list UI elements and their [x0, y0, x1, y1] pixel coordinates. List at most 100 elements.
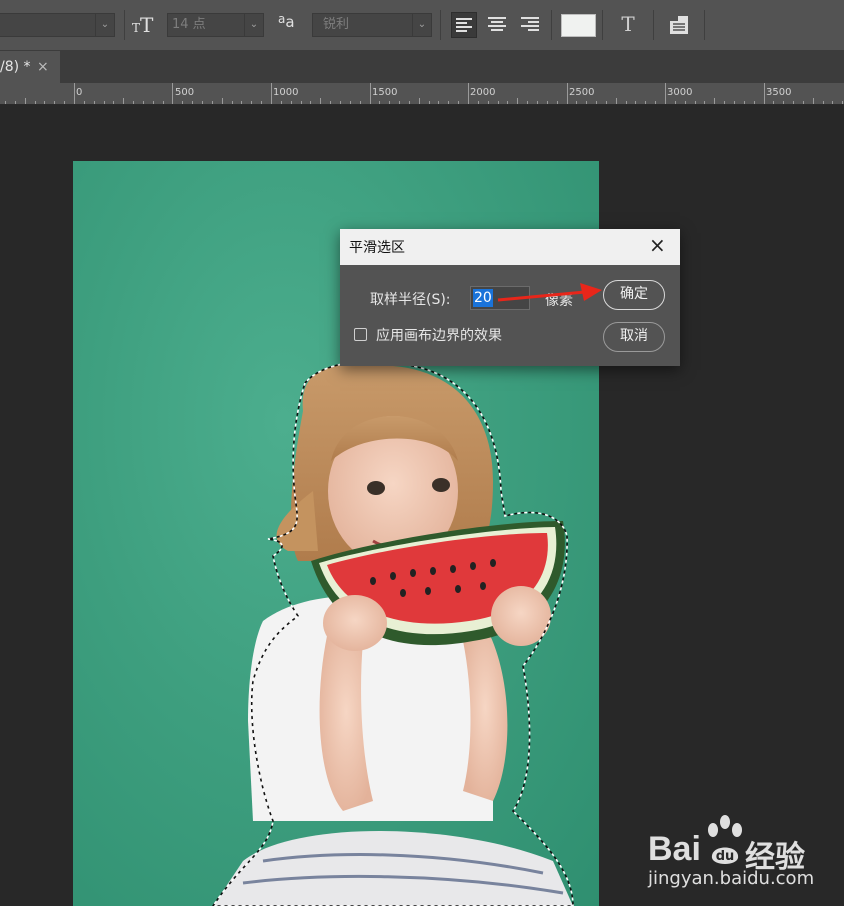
ruler-label: 500: [175, 87, 195, 98]
ruler-tick: [517, 98, 518, 104]
ruler-tick: [576, 101, 577, 104]
ruler-label: 2000: [470, 87, 496, 98]
ruler-tick: [232, 101, 233, 104]
ruler-tick: [567, 83, 568, 104]
ruler-tick: [635, 101, 636, 104]
ruler-tick: [675, 101, 676, 104]
separator: [653, 10, 654, 40]
ruler-tick: [724, 101, 725, 104]
ruler-tick: [84, 101, 85, 104]
watermark-url: jingyan.baidu.com: [648, 868, 815, 889]
ruler-label: 1500: [372, 87, 398, 98]
canvas-bounds-label[interactable]: 应用画布边界的效果: [376, 325, 502, 345]
ruler-tick: [133, 101, 134, 104]
ruler-tick: [507, 101, 508, 104]
ruler-tick: [389, 101, 390, 104]
ok-button[interactable]: 确定: [603, 280, 665, 310]
ruler-tick: [606, 101, 607, 104]
ruler-label: 0: [76, 87, 83, 98]
font-size-value: 14 点: [172, 17, 206, 32]
font-size-dropdown[interactable]: 14 点 ⌄: [167, 13, 264, 37]
ruler-tick: [291, 101, 292, 104]
ruler-tick: [54, 101, 55, 104]
text-color-swatch[interactable]: [561, 14, 596, 37]
ruler-tick: [251, 101, 252, 104]
ruler-label: 3000: [667, 87, 693, 98]
svg-text:du: du: [716, 849, 735, 864]
ruler-tick: [557, 101, 558, 104]
dialog-title: 平滑选区: [349, 240, 405, 256]
document-tab[interactable]: /8) * ×: [0, 51, 60, 83]
baidu-jingyan-watermark: Bai du 经验 jingyan.baidu.com: [648, 812, 844, 906]
ruler-tick: [773, 101, 774, 104]
ruler-tick: [419, 98, 420, 104]
close-icon[interactable]: ×: [649, 233, 666, 257]
cancel-button[interactable]: 取消: [603, 322, 665, 352]
ruler-tick: [832, 101, 833, 104]
ruler-tick: [754, 101, 755, 104]
ruler-tick: [281, 101, 282, 104]
ruler-tick: [429, 101, 430, 104]
ruler-tick: [498, 101, 499, 104]
document-tab-label: /8) *: [0, 59, 31, 75]
ruler-tick: [842, 101, 843, 104]
ruler-tick: [25, 98, 26, 104]
ruler-tick: [94, 101, 95, 104]
ruler-tick: [616, 98, 617, 104]
ruler-tick: [370, 83, 371, 104]
text-orientation-icon[interactable]: TT: [132, 14, 156, 36]
ruler-tick: [458, 101, 459, 104]
ruler-tick: [813, 98, 814, 104]
ruler-tick: [64, 101, 65, 104]
anti-alias-icon: aa: [278, 12, 295, 31]
align-left-icon[interactable]: [451, 12, 477, 38]
separator: [440, 10, 441, 40]
ruler-tick: [360, 101, 361, 104]
sample-radius-label: 取样半径(S):: [370, 292, 451, 308]
ruler-tick: [330, 101, 331, 104]
align-right-icon[interactable]: [517, 12, 543, 38]
document-tab-bar: /8) * ×: [0, 51, 844, 83]
ruler-tick: [586, 101, 587, 104]
dialog-title-bar[interactable]: 平滑选区 ×: [340, 229, 680, 265]
ruler-tick: [182, 101, 183, 104]
ruler-tick: [320, 98, 321, 104]
chevron-down-icon: ⌄: [412, 14, 431, 36]
ruler-tick: [241, 101, 242, 104]
ruler-tick: [271, 83, 272, 104]
ruler-tick: [734, 101, 735, 104]
ruler-tick: [15, 101, 16, 104]
ruler-tick: [350, 101, 351, 104]
ruler-tick: [35, 101, 36, 104]
ruler-tick: [113, 101, 114, 104]
ruler-tick: [448, 101, 449, 104]
canvas-bounds-checkbox[interactable]: [354, 328, 367, 341]
ruler-tick: [222, 98, 223, 104]
separator: [704, 10, 705, 40]
ruler-tick: [409, 101, 410, 104]
ruler-tick: [153, 101, 154, 104]
ruler-tick: [655, 101, 656, 104]
ruler-tick: [764, 83, 765, 104]
ruler-tick: [5, 101, 6, 104]
ruler-tick: [488, 101, 489, 104]
warp-text-icon[interactable]: T: [617, 12, 639, 38]
ruler-tick: [74, 83, 75, 104]
horizontal-ruler: 0 500 1000 1500 2000 2500 3000 3500: [0, 83, 844, 105]
ruler-tick: [340, 101, 341, 104]
font-style-dropdown[interactable]: ⌄: [0, 13, 115, 37]
ruler-tick: [202, 101, 203, 104]
anti-alias-value: 锐利: [323, 17, 350, 32]
separator: [602, 10, 603, 40]
ruler-tick: [143, 101, 144, 104]
ruler-tick: [44, 101, 45, 104]
ruler-label: 2500: [569, 87, 595, 98]
ruler-tick: [744, 101, 745, 104]
anti-alias-dropdown[interactable]: 锐利 ⌄: [312, 13, 432, 37]
close-icon[interactable]: ×: [37, 51, 49, 83]
align-center-icon[interactable]: [484, 12, 510, 38]
character-panel-icon[interactable]: [669, 15, 689, 35]
ruler-tick: [596, 101, 597, 104]
ruler-tick: [163, 101, 164, 104]
ruler-tick: [104, 101, 105, 104]
